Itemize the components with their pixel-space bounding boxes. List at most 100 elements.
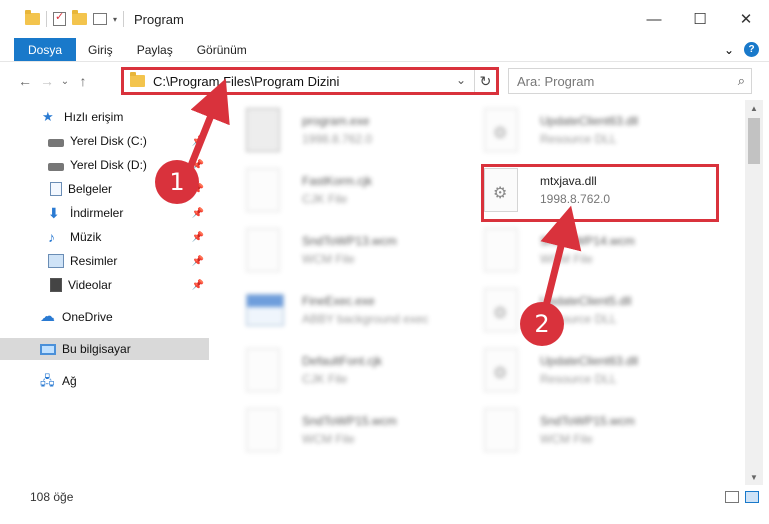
file-detail: 1998.8.762.0 [302, 132, 373, 146]
search-input[interactable]: Ara: Program ⌕ [508, 68, 752, 94]
forward-button[interactable]: → [36, 73, 58, 89]
file-detail: WCM File [302, 432, 355, 446]
quick-access-toolbar: ▾ [0, 0, 125, 38]
window-controls: — ☐ ✕ [631, 0, 769, 38]
scroll-up-icon[interactable]: ▲ [745, 100, 763, 116]
sidebar-item-onedrive[interactable]: ☁ OneDrive [0, 306, 210, 328]
sidebar-item-label: Müzik [70, 230, 102, 244]
scroll-down-icon[interactable]: ▼ [745, 469, 763, 485]
sidebar-item-this-pc[interactable]: Bu bilgisayar [0, 338, 209, 360]
star-icon: ★ [42, 109, 54, 124]
pin-icon[interactable]: 📌 [192, 232, 204, 243]
window-title: Program [134, 11, 184, 27]
tab-gorunum[interactable]: Görünüm [185, 38, 259, 61]
file-name: FineExec.exe [302, 294, 375, 308]
pin-icon[interactable]: 📌 [192, 280, 204, 291]
sidebar-item-label: OneDrive [62, 310, 113, 324]
list-item[interactable]: UpdateClient63.dll Resource DLL [458, 346, 698, 396]
sidebar-item-label: Bu bilgisayar [62, 342, 131, 356]
list-item[interactable]: DefaultFont.cjk CJK File [220, 346, 460, 396]
file-detail: WCM File [540, 252, 593, 266]
sidebar-item-network[interactable]: 🖧 Ağ [0, 370, 210, 392]
close-button[interactable]: ✕ [723, 0, 769, 38]
file-name: DefaultFont.cjk [302, 354, 383, 368]
folder-icon [25, 10, 40, 25]
list-item[interactable]: program.exe 1998.8.762.0 [220, 106, 460, 156]
sidebar-item-local-disk-c[interactable]: Yerel Disk (C:) 📌 [0, 130, 210, 152]
list-item[interactable]: UpdateClient5.dll Resource DLL [458, 286, 698, 336]
pin-icon[interactable]: 📌 [192, 256, 204, 267]
maximize-button[interactable]: ☐ [677, 0, 723, 38]
search-icon[interactable]: ⌕ [738, 73, 745, 89]
file-detail: WCM File [540, 432, 593, 446]
sidebar-item-downloads[interactable]: ⬇ İndirmeler 📌 [0, 202, 210, 224]
tiles-view-icon[interactable] [745, 491, 759, 503]
file-name: SndToWP15.wcm [540, 414, 635, 428]
properties-icon[interactable] [53, 10, 66, 26]
sidebar-item-quick-access[interactable]: ★ Hızlı erişim [0, 106, 210, 128]
file-icon [246, 228, 280, 272]
file-list: program.exe 1998.8.762.0 FastKorm.cjk CJ… [210, 100, 745, 485]
back-button[interactable]: ← [14, 73, 36, 89]
expand-ribbon-icon[interactable]: ⌄ [724, 43, 734, 57]
step-2-badge: 2 [520, 302, 564, 346]
tab-giris[interactable]: Giriş [76, 38, 125, 61]
dll-icon [484, 108, 518, 152]
new-folder-icon[interactable] [72, 10, 87, 25]
pin-icon[interactable]: 📌 [192, 208, 204, 219]
details-view-icon[interactable] [725, 491, 739, 503]
file-name: SndToWP14.wcm [540, 234, 635, 248]
sidebar-item-label: Videolar [68, 278, 112, 292]
dll-icon [484, 348, 518, 392]
navigation-pane: ★ Hızlı erişim Yerel Disk (C:) 📌 Yerel D… [0, 100, 210, 485]
drive-icon [48, 138, 64, 147]
video-icon [50, 278, 62, 292]
sidebar-item-videos[interactable]: Videolar 📌 [0, 274, 210, 296]
file-name: UpdateClient63.dll [540, 354, 639, 368]
list-item[interactable]: SndToWP13.wcm WCM File [220, 226, 460, 276]
list-item[interactable]: FineExec.exe ABBY background exec [220, 286, 460, 336]
list-item[interactable]: SndToWP15.wcm WCM File [458, 406, 698, 456]
sidebar-item-label: Ağ [62, 374, 77, 388]
file-detail: Resource DLL [540, 132, 617, 146]
file-name: FastKorm.cjk [302, 174, 373, 188]
customize-toolbar-icon[interactable]: ▾ [113, 15, 117, 24]
file-name: program.exe [302, 114, 370, 128]
file-name: SndToWP13.wcm [302, 234, 397, 248]
recent-locations-button[interactable]: ⌄ [58, 76, 72, 87]
scrollbar-thumb[interactable] [748, 118, 760, 164]
pin-icon[interactable]: 📌 [192, 136, 204, 147]
file-icon [246, 168, 280, 212]
view-toggle [725, 491, 759, 503]
exe-icon [246, 108, 280, 152]
file-detail: WCM File [302, 252, 355, 266]
view-icon[interactable] [93, 13, 107, 25]
minimize-button[interactable]: — [631, 0, 677, 38]
list-item[interactable]: SndToWP15.wcm WCM File [220, 406, 460, 456]
tab-paylas[interactable]: Paylaş [125, 38, 185, 61]
file-icon [246, 408, 280, 452]
music-icon: ♪ [48, 229, 55, 245]
vertical-scrollbar[interactable]: ▲ ▼ [745, 100, 763, 485]
sidebar-item-music[interactable]: ♪ Müzik 📌 [0, 226, 210, 248]
cloud-icon: ☁ [40, 308, 55, 325]
help-icon[interactable]: ? [744, 42, 759, 57]
file-highlight-box [481, 164, 719, 222]
sidebar-item-label: Yerel Disk (C:) [70, 134, 147, 148]
computer-icon [40, 343, 56, 355]
sidebar-item-label: Belgeler [68, 182, 113, 196]
app-icon [246, 294, 284, 326]
network-icon: 🖧 [40, 373, 55, 388]
sidebar-item-pictures[interactable]: Resimler 📌 [0, 250, 210, 272]
file-detail: ABBY background exec [302, 312, 429, 326]
address-highlight-box [121, 67, 499, 95]
list-item[interactable]: SndToWP14.wcm WCM File [458, 226, 698, 276]
tab-dosya[interactable]: Dosya [14, 38, 77, 61]
download-icon: ⬇ [48, 205, 60, 221]
list-item[interactable]: UpdateClient63.dll Resource DLL [458, 106, 698, 156]
file-detail: CJK File [302, 372, 348, 386]
file-detail: Resource DLL [540, 372, 617, 386]
list-item[interactable]: FastKorm.cjk CJK File [220, 166, 460, 216]
navigation-bar: ← → ⌄ ↑ C:\Program Files\Program Dizini … [0, 64, 769, 98]
up-button[interactable]: ↑ [72, 73, 94, 89]
